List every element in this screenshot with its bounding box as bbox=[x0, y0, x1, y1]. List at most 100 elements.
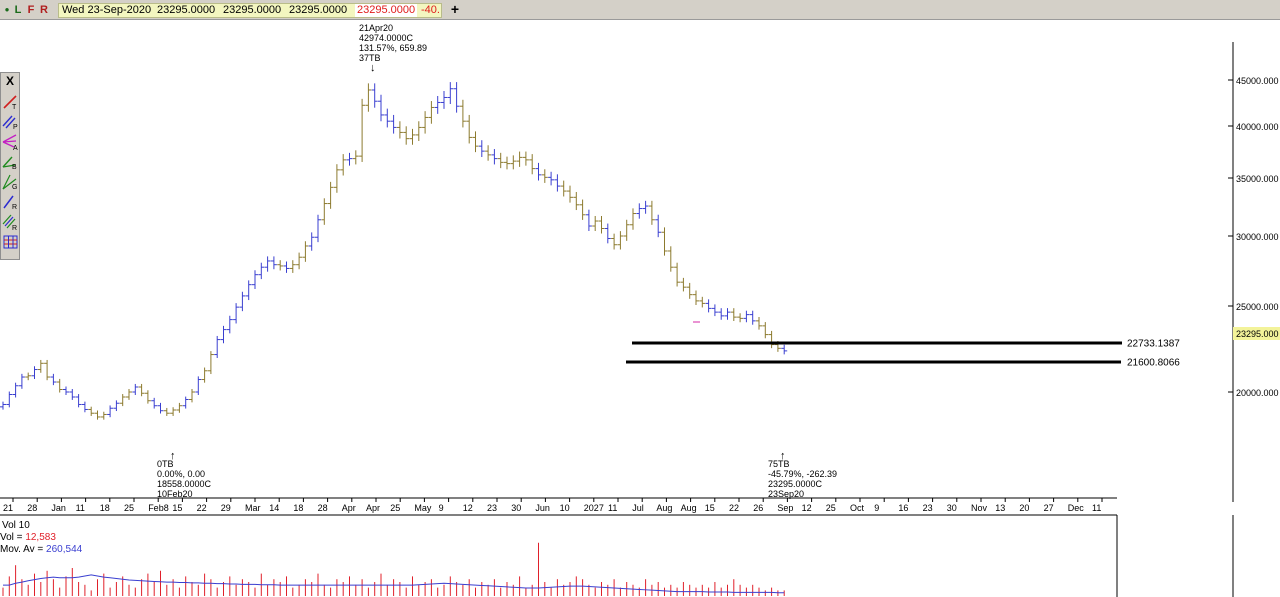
line-chart-button[interactable]: L bbox=[12, 3, 24, 17]
price-bar bbox=[144, 390, 151, 404]
price-bar bbox=[611, 233, 618, 250]
price-bar bbox=[630, 208, 636, 230]
price-bar bbox=[321, 198, 328, 225]
price-bar bbox=[409, 128, 416, 145]
price-bar bbox=[289, 260, 296, 273]
price-bar bbox=[434, 95, 441, 114]
date-tick: 13 bbox=[995, 503, 1005, 513]
price-bar bbox=[132, 383, 139, 395]
price-bar bbox=[781, 344, 788, 355]
price-bar bbox=[768, 330, 775, 349]
r-button[interactable]: R bbox=[38, 3, 50, 17]
date-tick: 25 bbox=[124, 503, 134, 513]
price-bar bbox=[686, 282, 693, 299]
price-bar bbox=[441, 90, 447, 109]
price-bar bbox=[157, 402, 164, 414]
date-tick: Jun bbox=[535, 503, 550, 513]
date-tick: 12 bbox=[463, 503, 473, 513]
date-tick: 18 bbox=[293, 503, 303, 513]
price-bar bbox=[239, 291, 246, 312]
date-tick: 11 bbox=[76, 503, 85, 513]
peak-change: 131.57%, 659.89 bbox=[359, 43, 427, 53]
date-tick: 20 bbox=[1019, 503, 1029, 513]
price-bar bbox=[50, 373, 57, 386]
date-tick: 30 bbox=[947, 503, 957, 513]
price-bar bbox=[724, 308, 731, 320]
volume-title: Vol 10 bbox=[2, 520, 30, 531]
date-tick: 25 bbox=[826, 503, 836, 513]
price-bar bbox=[88, 406, 95, 416]
add-button[interactable]: + bbox=[448, 2, 462, 17]
price-axis[interactable]: 45000.000 40000.000 35000.000 30000.000 … bbox=[1228, 76, 1280, 398]
date-tick: 28 bbox=[27, 503, 37, 513]
price-bar bbox=[37, 359, 44, 373]
price-bar bbox=[94, 410, 101, 420]
price-bar bbox=[384, 108, 391, 128]
date-tick: Sep bbox=[777, 503, 793, 513]
peak-annotation: 21Apr20 42974.0000C 131.57%, 659.89 37TB… bbox=[359, 23, 427, 74]
price-bar bbox=[623, 219, 630, 241]
price-bar bbox=[220, 325, 227, 344]
price-bar bbox=[283, 261, 290, 273]
price-bar bbox=[737, 313, 744, 323]
f-button[interactable]: F bbox=[25, 3, 37, 17]
date-tick: 22 bbox=[729, 503, 739, 513]
price-bar bbox=[667, 246, 674, 272]
price-tick: 30000.000 bbox=[1236, 232, 1279, 242]
price-bar bbox=[56, 378, 63, 393]
price-tick: 25000.000 bbox=[1236, 302, 1279, 312]
price-bar bbox=[718, 308, 725, 320]
price-bar bbox=[396, 121, 403, 139]
price-bar bbox=[359, 98, 366, 162]
price-bar bbox=[415, 121, 422, 141]
volume-readout: Vol = 12,583 bbox=[0, 532, 56, 543]
date-tick: 12 bbox=[802, 503, 812, 513]
date-tick: 30 bbox=[511, 503, 521, 513]
start-close: 18558.0000C bbox=[157, 479, 212, 489]
date-tick: 28 bbox=[318, 503, 328, 513]
price-bar bbox=[636, 203, 643, 219]
date-tick: Jan bbox=[51, 503, 66, 513]
start-bars: 0TB bbox=[157, 459, 174, 469]
price-bar bbox=[308, 232, 315, 251]
price-bar bbox=[189, 389, 195, 403]
peak-close: 42974.0000C bbox=[359, 33, 414, 43]
price-bar bbox=[245, 280, 252, 301]
price-bar bbox=[296, 252, 303, 270]
end-change: -45.79%, -262.39 bbox=[768, 469, 837, 479]
price-bar bbox=[598, 215, 605, 234]
moving-average-label: Mov. Av = bbox=[0, 544, 46, 555]
price-bar bbox=[352, 150, 359, 165]
price-bar bbox=[327, 181, 334, 209]
price-bar bbox=[428, 101, 435, 124]
price-bar bbox=[642, 200, 649, 214]
price-bar bbox=[214, 335, 221, 359]
dot-button[interactable]: ● bbox=[2, 3, 12, 17]
date-tick: 11 bbox=[1092, 503, 1101, 513]
price-bar bbox=[270, 256, 277, 270]
date-axis[interactable]: 21 28 Jan 11 18 25 Feb8 15 22 29 Mar 14 18 28 Apr Apr 25… bbox=[3, 498, 1103, 513]
volume-legend: Vol 10 Vol = 12,583 Mov. Av = 260,544 bbox=[0, 520, 83, 555]
date-tick: 11 bbox=[608, 503, 617, 513]
date-tick: Feb8 bbox=[148, 503, 169, 513]
start-annotation: ↑ 0TB 0.00%, 0.00 18558.0000C 10Feb20 bbox=[157, 450, 212, 499]
readout-change: -40. bbox=[421, 4, 440, 16]
price-bar bbox=[705, 299, 712, 313]
price-chart[interactable]: 22733.1387 21600.8066 21Apr20 42974.0000… bbox=[0, 20, 1280, 597]
date-tick: 16 bbox=[898, 503, 908, 513]
price-bar bbox=[422, 111, 429, 134]
moving-average-readout: Mov. Av = 260,544 bbox=[0, 544, 83, 555]
price-tick: 35000.000 bbox=[1236, 174, 1279, 184]
price-bar bbox=[554, 174, 561, 192]
volume-value: 12,583 bbox=[25, 532, 56, 543]
readout-close: 23295.0000 bbox=[355, 4, 418, 17]
price-bar bbox=[258, 262, 265, 280]
date-tick: 23 bbox=[487, 503, 497, 513]
price-bar bbox=[81, 401, 88, 413]
price-bar bbox=[100, 411, 107, 420]
price-bar bbox=[567, 185, 573, 203]
price-bar bbox=[63, 386, 69, 395]
price-bar bbox=[340, 154, 347, 176]
date-tick: Apr bbox=[366, 503, 380, 513]
current-price: 23295.000 bbox=[1236, 329, 1279, 339]
